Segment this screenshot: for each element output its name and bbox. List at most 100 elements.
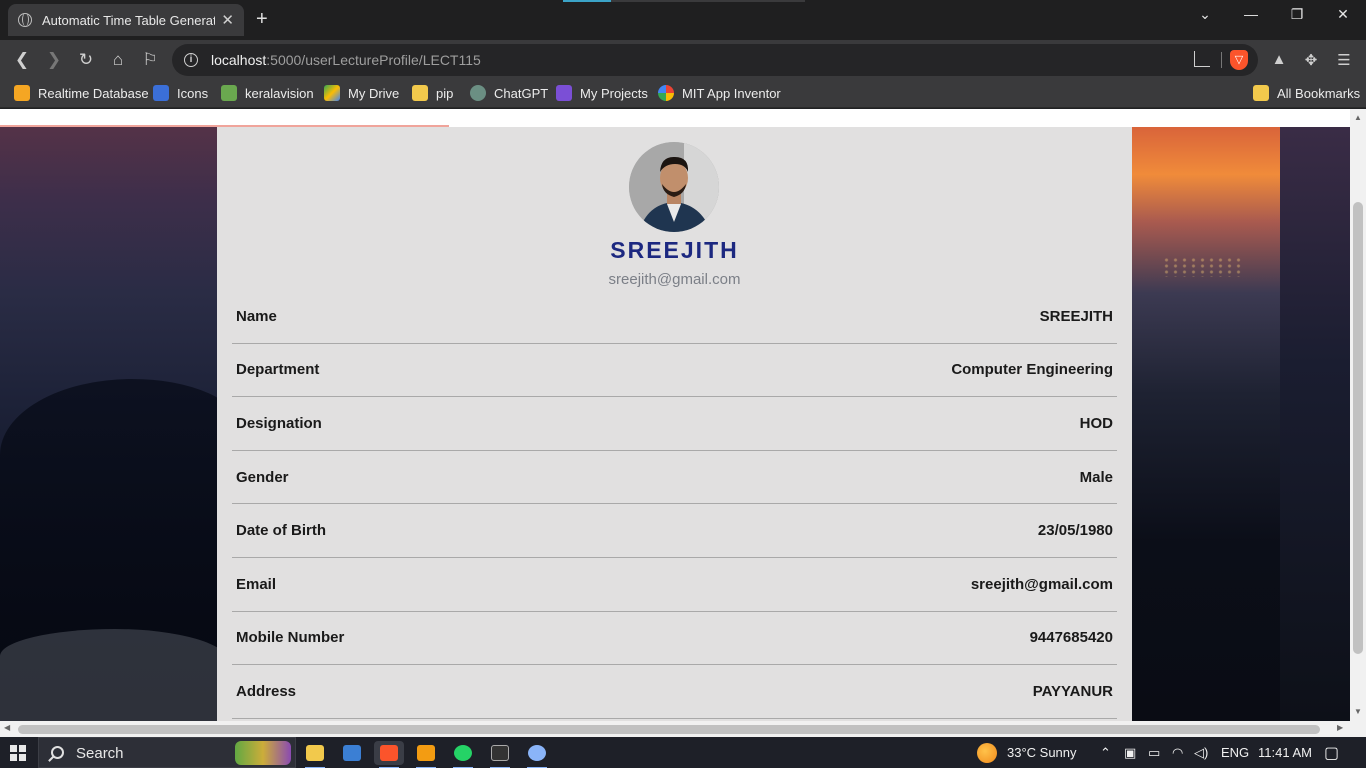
minimize-button[interactable]: — (1228, 6, 1274, 22)
windows-start-icon[interactable] (10, 745, 26, 761)
bookmarks-bar: Realtime Database Icons keralavision My … (0, 80, 1366, 108)
reload-button[interactable]: ↻ (75, 49, 97, 71)
profile-name: SREEJITH (610, 237, 739, 263)
profile-details-list: Name SREEJITH Department Computer Engine… (232, 290, 1117, 719)
bookmark-my-projects[interactable]: My Projects (556, 85, 648, 101)
close-window-button[interactable]: ✕ (1320, 6, 1366, 23)
vertical-scroll-thumb[interactable] (1353, 202, 1363, 654)
bookmark-pip[interactable]: pip (412, 85, 453, 101)
bookmark-label: Realtime Database (38, 85, 149, 101)
horizontal-scroll-thumb[interactable] (18, 725, 1320, 734)
detail-label: Email (236, 575, 277, 593)
scroll-right-arrow[interactable]: ▶ (1337, 723, 1343, 732)
volume-icon[interactable]: ◁) (1194, 745, 1208, 761)
google-drive-icon (324, 85, 340, 101)
weather-text[interactable]: 33°C Sunny (1007, 745, 1077, 760)
detail-label: Designation (236, 414, 322, 432)
bookmark-realtime-database[interactable]: Realtime Database (14, 85, 149, 101)
city-lights (1162, 257, 1242, 277)
detail-value: PAYYANUR (1032, 682, 1113, 700)
background-rock (0, 629, 230, 721)
keyboard-app-icon[interactable] (337, 741, 367, 765)
menu-icon[interactable]: ☰ (1334, 51, 1354, 69)
keralavision-icon (221, 85, 237, 101)
tab-title: Automatic Time Table Generator (42, 12, 216, 28)
chatgpt-icon (470, 85, 486, 101)
detail-label: Date of Birth (236, 522, 326, 540)
vertical-scrollbar[interactable]: ▲ ▼ (1350, 109, 1366, 721)
bookmark-label: ChatGPT (494, 85, 549, 101)
notifications-icon[interactable]: ▢ (1324, 743, 1339, 763)
bookmark-label: My Drive (348, 85, 400, 101)
url-text[interactable]: localhost:5000/userLectureProfile/LECT11… (211, 52, 481, 68)
google-icon (658, 85, 674, 101)
taskbar-search[interactable]: Search (38, 737, 296, 768)
browser-tab[interactable]: Automatic Time Table Generator ✕ (8, 4, 244, 36)
search-highlight-icon (235, 741, 291, 765)
site-info-icon[interactable]: i (184, 53, 198, 67)
tab-search-icon[interactable]: ⌄ (1182, 6, 1228, 23)
folder-icon (412, 85, 428, 101)
detail-row-address: Address PAYYANUR (232, 665, 1117, 719)
bookmark-button[interactable]: ⚐ (139, 49, 161, 71)
scroll-left-arrow[interactable]: ◀ (4, 723, 10, 732)
all-bookmarks-folder[interactable]: All Bookmarks (1253, 85, 1360, 101)
language-indicator[interactable]: ENG (1221, 745, 1249, 760)
firebase-icon (14, 85, 30, 101)
detail-value: Computer Engineering (951, 361, 1113, 379)
detail-value: Male (1079, 468, 1113, 486)
extensions-icon[interactable]: ✥ (1301, 51, 1321, 69)
horizontal-scrollbar[interactable]: ◀ ▶ (0, 721, 1366, 737)
avatar-photo (629, 142, 719, 232)
tab-close-icon[interactable]: ✕ (221, 11, 234, 29)
address-bar-divider (1221, 52, 1222, 68)
all-bookmarks-label: All Bookmarks (1277, 85, 1361, 101)
bookmark-icons[interactable]: Icons (153, 85, 208, 101)
clock[interactable]: 11:41 AM (1258, 745, 1312, 760)
forward-button[interactable]: ❯ (43, 49, 65, 71)
brave-browser-icon[interactable] (374, 741, 404, 768)
sublime-text-icon[interactable] (411, 741, 441, 768)
battery-icon[interactable]: ▭ (1148, 745, 1160, 761)
detail-value: 9447685420 (1029, 629, 1113, 647)
weather-sun-icon (977, 743, 997, 763)
wifi-icon[interactable]: ◠ (1172, 745, 1183, 761)
bookmark-keralavision[interactable]: keralavision (221, 85, 314, 101)
detail-row-designation: Designation HOD (232, 397, 1117, 451)
globe-icon (18, 13, 32, 27)
whatsapp-icon[interactable] (448, 741, 478, 768)
url-path: :5000/userLectureProfile/LECT115 (266, 52, 481, 68)
restore-button[interactable]: ❐ (1274, 6, 1320, 23)
game-app-icon[interactable] (522, 741, 552, 768)
bookmark-chatgpt[interactable]: ChatGPT (470, 85, 548, 101)
detail-value: 23/05/1980 (1037, 522, 1113, 540)
browser-titlebar: Automatic Time Table Generator ✕ + ⌄ — ❐… (0, 0, 1366, 40)
detail-label: Department (236, 361, 320, 379)
home-button[interactable]: ⌂ (107, 49, 129, 71)
detail-row-mobile-number: Mobile Number 9447685420 (232, 612, 1117, 666)
brave-shields-icon[interactable]: ▽ (1230, 50, 1248, 70)
folder-icon (1253, 85, 1269, 101)
tray-overflow-icon[interactable]: ⌃ (1100, 745, 1111, 761)
file-explorer-icon[interactable] (300, 741, 330, 768)
bookmark-my-drive[interactable]: My Drive (324, 85, 399, 101)
search-label: Search (76, 745, 124, 762)
bookmark-mit-app-inventor[interactable]: MIT App Inventor (658, 85, 781, 101)
titlebar-accent (563, 0, 611, 2)
new-tab-button[interactable]: + (256, 8, 268, 30)
meet-now-icon[interactable]: ▣ (1124, 745, 1136, 761)
detail-row-department: Department Computer Engineering (232, 344, 1117, 398)
detail-label: Name (236, 307, 277, 325)
back-button[interactable]: ❮ (11, 49, 33, 71)
detail-value: HOD (1079, 414, 1113, 432)
detail-row-date-of-birth: Date of Birth 23/05/1980 (232, 504, 1117, 558)
url-host: localhost (211, 52, 267, 68)
share-icon[interactable] (1194, 51, 1210, 67)
address-bar[interactable]: i localhost:5000/userLectureProfile/LECT… (172, 44, 1258, 76)
scroll-up-arrow[interactable]: ▲ (1353, 113, 1363, 122)
command-prompt-icon[interactable] (485, 741, 515, 768)
scroll-down-arrow[interactable]: ▼ (1353, 707, 1363, 716)
bookmark-label: pip (436, 85, 454, 101)
wallet-icon[interactable]: ▲ (1269, 51, 1289, 68)
detail-row-name: Name SREEJITH (232, 290, 1117, 344)
